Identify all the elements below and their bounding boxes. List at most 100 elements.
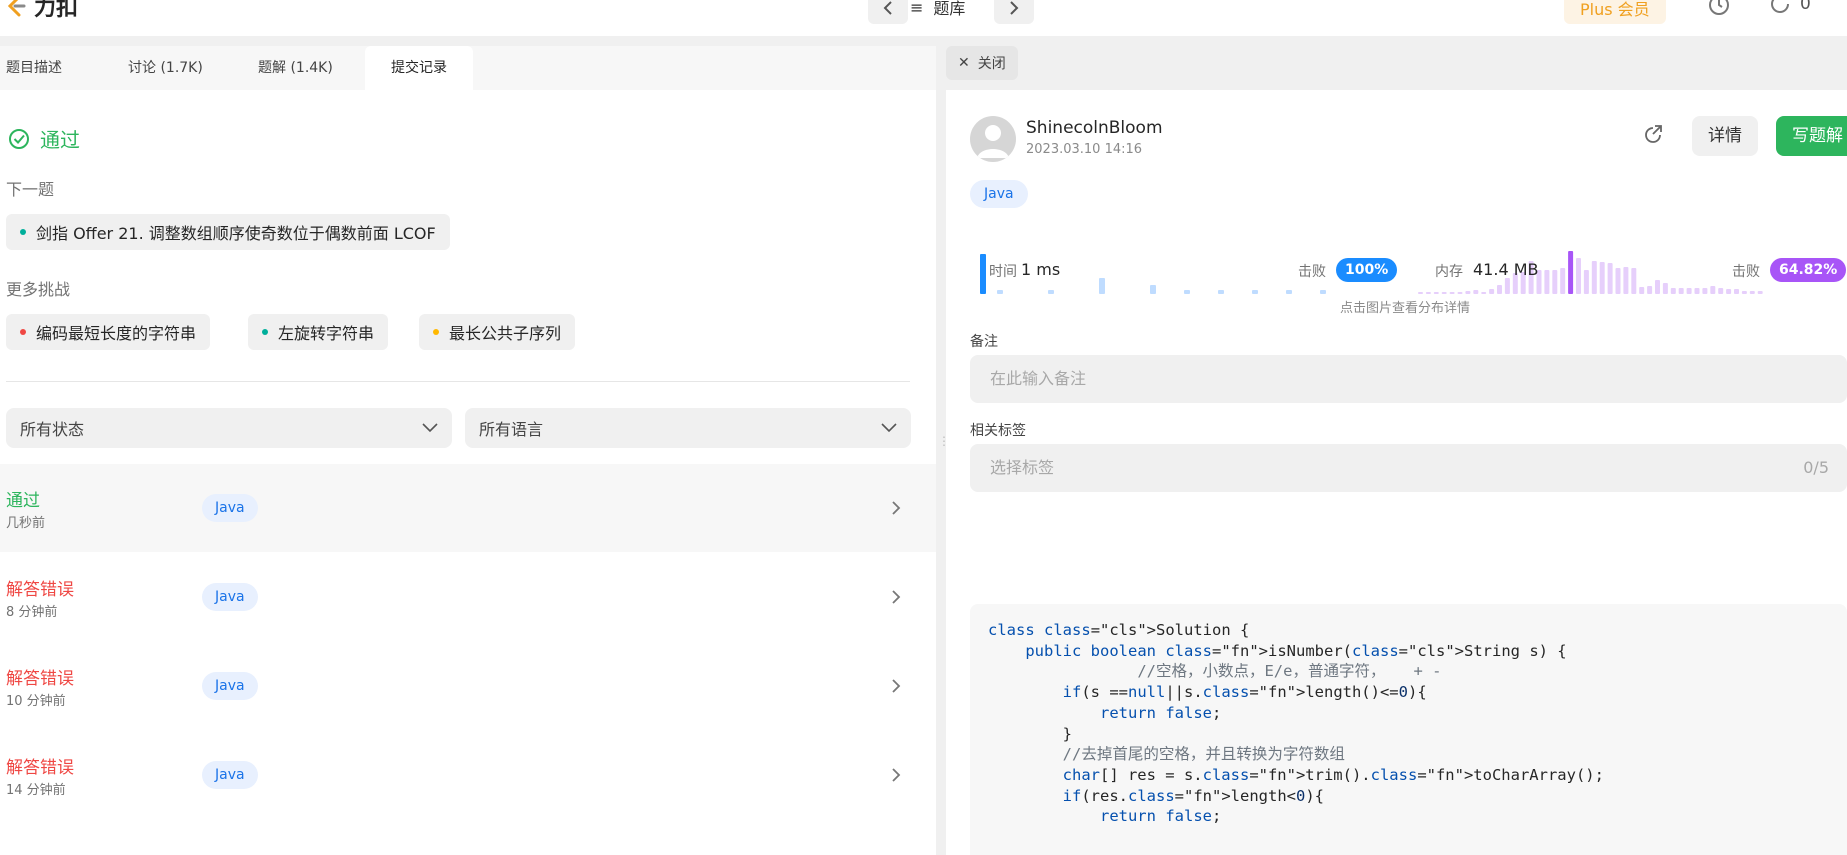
memory-bar: [1544, 270, 1550, 294]
leetcode-logo-icon: [4, 0, 28, 18]
right-tab-bar: ✕ 关闭: [946, 46, 1847, 90]
streak-count: 0: [1800, 0, 1811, 14]
challenge-title: 最长公共子序列: [449, 324, 562, 343]
submission-language: Java: [202, 761, 258, 789]
memory-bar: [1686, 288, 1692, 294]
difficulty-dot: [433, 329, 439, 335]
submission-date: 2023.03.10 14:16: [1026, 142, 1143, 157]
submissions-panel: 通过 下一题 剑指 Offer 21. 调整数组顺序使奇数位于偶数前面 LCOF…: [0, 90, 936, 855]
memory-bar: [1757, 291, 1763, 294]
code-block[interactable]: class class="cls">Solution { public bool…: [970, 604, 1847, 855]
tab-solutions[interactable]: 题解 (1.4K): [234, 46, 357, 90]
challenge-chip[interactable]: 编码最短长度的字符串: [6, 314, 211, 350]
submission-status: 解答错误: [6, 580, 74, 600]
memory-label: 内存: [1435, 264, 1463, 280]
memory-bar: [1615, 268, 1621, 294]
memory-bar: [1441, 292, 1447, 294]
memory-bar: [1623, 267, 1629, 294]
code-line: class class="cls">Solution {: [988, 621, 1250, 639]
close-detail-button[interactable]: ✕ 关闭: [946, 46, 1018, 80]
runtime-value: 1 ms: [1021, 260, 1061, 279]
memory-bar: [1457, 292, 1463, 294]
tags-count: 0/5: [1803, 458, 1829, 477]
distribution-hint: 点击图片查看分布详情: [1340, 301, 1471, 316]
challenge-title: 编码最短长度的字符串: [36, 324, 197, 343]
memory-bar: [1662, 283, 1668, 294]
problem-list-label: 题库: [933, 0, 966, 18]
chevron-down-icon: [422, 423, 438, 433]
runtime-bar: [1184, 290, 1190, 294]
memory-bar: [1710, 286, 1716, 294]
runtime-beat-label: 击败: [1298, 264, 1326, 280]
submission-row[interactable]: 通过 几秒前 Java: [0, 464, 936, 552]
problem-list-button[interactable]: ≡ 题库: [910, 0, 965, 19]
runtime-bar: [1099, 278, 1105, 294]
plus-membership-button[interactable]: Plus 会员: [1564, 0, 1666, 24]
notes-input[interactable]: 在此输入备注: [970, 355, 1847, 403]
tab-submissions[interactable]: 提交记录: [365, 46, 473, 90]
memory-bar: [1749, 291, 1755, 294]
next-problem-title: 剑指 Offer 21. 调整数组顺序使奇数位于偶数前面 LCOF: [36, 224, 436, 243]
chevron-right-icon: [892, 501, 901, 515]
close-icon: ✕: [958, 55, 970, 71]
user-avatar-icon: [977, 125, 1009, 158]
memory-bar: [1647, 286, 1653, 294]
tags-label: 相关标签: [970, 423, 1026, 439]
memory-bar: [1639, 287, 1645, 294]
memory-bar: [1726, 289, 1732, 294]
prev-problem-button[interactable]: [868, 0, 908, 24]
status-filter-select[interactable]: 所有状态: [6, 408, 452, 448]
memory-bar: [1552, 270, 1558, 294]
code-line: //空格，小数点，E/e，普通字符， + -: [1137, 662, 1442, 681]
chevron-right-icon: [892, 768, 901, 782]
submission-row[interactable]: 解答错误 10 分钟前 Java: [0, 642, 936, 730]
chevron-down-icon: [881, 423, 897, 433]
streak-counter[interactable]: 0: [1770, 0, 1811, 14]
submission-status: 解答错误: [6, 758, 74, 778]
memory-bar: [1591, 261, 1597, 294]
submission-row[interactable]: 解答错误 14 分钟前 Java: [0, 731, 936, 819]
memory-bar: [1678, 288, 1684, 294]
detail-button[interactable]: 详情: [1692, 116, 1758, 156]
submission-language: Java: [202, 672, 258, 700]
list-icon: ≡: [910, 0, 924, 17]
next-problem-chip[interactable]: 剑指 Offer 21. 调整数组顺序使奇数位于偶数前面 LCOF: [6, 214, 450, 250]
memory-bar: [1741, 291, 1747, 294]
status-filter-value: 所有状态: [20, 420, 85, 439]
tab-description[interactable]: 题目描述: [0, 46, 86, 90]
language-filter-select[interactable]: 所有语言: [465, 408, 911, 448]
challenge-chip[interactable]: 左旋转字符串: [248, 314, 389, 350]
write-solution-button[interactable]: 写题解: [1776, 116, 1847, 156]
next-problem-button[interactable]: [994, 0, 1034, 24]
difficulty-dot: [262, 329, 268, 335]
left-tab-bar: 题目描述 讨论 (1.7K) 题解 (1.4K) 提交记录: [0, 46, 936, 90]
challenge-chip[interactable]: 最长公共子序列: [419, 314, 576, 350]
drag-handle-icon[interactable]: ⋮: [938, 434, 950, 458]
memory-bar: [1465, 291, 1471, 294]
submission-time: 10 分钟前: [6, 694, 66, 709]
code-line: char[] res = s.class="fn">trim().class="…: [1062, 765, 1604, 784]
logo[interactable]: 力扣: [4, 0, 78, 22]
more-challenges-label: 更多挑战: [6, 280, 71, 299]
code-line: }: [988, 724, 1072, 743]
tab-discussion[interactable]: 讨论 (1.7K): [104, 46, 227, 90]
share-icon[interactable]: [1642, 124, 1664, 146]
submission-row[interactable]: 解答错误 8 分钟前 Java: [0, 553, 936, 641]
avatar[interactable]: [970, 116, 1016, 162]
challenge-title: 左旋转字符串: [278, 324, 375, 343]
performance-distribution-chart[interactable]: [970, 208, 1847, 300]
tags-select[interactable]: 选择标签 0/5: [970, 444, 1847, 492]
memory-bar: [1702, 288, 1708, 294]
memory-bar: [1449, 292, 1455, 294]
runtime-bar: [1150, 285, 1156, 294]
next-problem-label: 下一题: [6, 180, 55, 199]
chevron-left-icon: [883, 1, 892, 15]
runtime-bar: [1286, 290, 1292, 294]
clock-icon[interactable]: [1708, 0, 1730, 16]
result-status: 通过: [8, 124, 80, 153]
username[interactable]: ShinecolnBloom: [1026, 118, 1163, 138]
runtime-bar: [997, 290, 1003, 294]
code-line: if(res.class="fn">length<0){: [1062, 786, 1325, 805]
memory-bar: [1560, 268, 1566, 294]
submission-time: 几秒前: [6, 516, 46, 531]
